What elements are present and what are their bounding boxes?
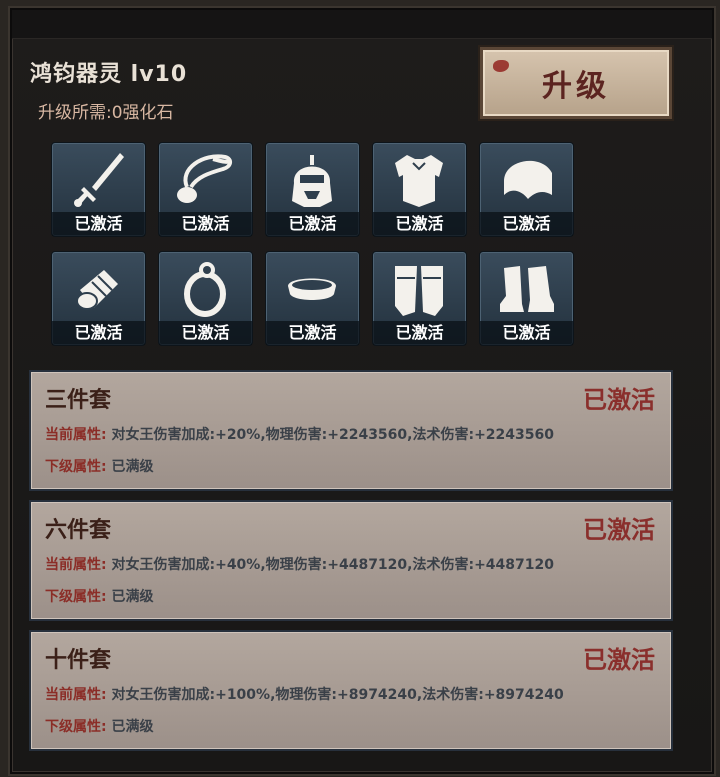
slot-status: 已激活 — [480, 321, 573, 345]
next-attr-row: 下级属性: 已满级 — [45, 456, 153, 476]
equip-slot-armor[interactable]: 已激活 — [372, 142, 467, 237]
next-attr-value: 已满级 — [111, 589, 154, 605]
armor-icon — [395, 155, 443, 207]
next-attr-label: 下级属性: — [45, 719, 107, 735]
equip-slot-leggings[interactable]: 已激活 — [372, 251, 467, 346]
leggings-icon — [395, 266, 443, 316]
current-attr-value: 对女王伤害加成:+100%,物理伤害:+8974240,法术伤害:+897424… — [111, 687, 564, 703]
slot-status: 已激活 — [373, 212, 466, 236]
equip-slot-belt[interactable]: 已激活 — [265, 251, 360, 346]
next-attr-label: 下级属性: — [45, 459, 107, 475]
next-attr-value: 已满级 — [111, 459, 154, 475]
next-attr-value: 已满级 — [111, 719, 154, 735]
current-attr-label: 当前属性: — [45, 427, 107, 443]
equip-slot-sword[interactable]: 已激活 — [51, 142, 146, 237]
belt-icon — [288, 278, 336, 300]
slot-status: 已激活 — [266, 321, 359, 345]
equip-slot-ring[interactable]: 已激活 — [158, 251, 253, 346]
sword-icon — [74, 153, 124, 207]
slot-status: 已激活 — [266, 212, 359, 236]
slot-status: 已激活 — [52, 212, 145, 236]
set-status: 已激活 — [583, 386, 655, 414]
set-status: 已激活 — [583, 646, 655, 674]
next-attr-row: 下级属性: 已满级 — [45, 586, 153, 606]
bracer-icon — [76, 270, 118, 310]
equipment-grid: 已激活 已激活 已激活 已激活 已激活 已激活 已激活 已激活 已激活 已激活 — [51, 142, 574, 346]
helmet-icon — [292, 155, 332, 207]
next-attr-label: 下级属性: — [45, 589, 107, 605]
set-bonus-3: 三件套 已激活 当前属性: 对女王伤害加成:+20%,物理伤害:+2243560… — [29, 370, 673, 491]
slot-status: 已激活 — [159, 212, 252, 236]
slot-status: 已激活 — [52, 321, 145, 345]
current-attr-row: 当前属性: 对女王伤害加成:+40%,物理伤害:+4487120,法术伤害:+4… — [45, 554, 554, 574]
next-attr-row: 下级属性: 已满级 — [45, 716, 153, 736]
set-bonus-6: 六件套 已激活 当前属性: 对女王伤害加成:+40%,物理伤害:+4487120… — [29, 500, 673, 621]
set-name: 六件套 — [45, 518, 112, 543]
ring-icon — [184, 262, 226, 317]
current-attr-value: 对女王伤害加成:+40%,物理伤害:+4487120,法术伤害:+4487120 — [111, 557, 554, 573]
shoulder-icon — [504, 160, 552, 199]
set-name: 十件套 — [45, 648, 112, 673]
current-attr-row: 当前属性: 对女王伤害加成:+20%,物理伤害:+2243560,法术伤害:+2… — [45, 424, 554, 444]
current-attr-label: 当前属性: — [45, 687, 107, 703]
upgrade-button[interactable]: 升级 — [480, 47, 672, 119]
equip-slot-boots[interactable]: 已激活 — [479, 251, 574, 346]
set-status: 已激活 — [583, 516, 655, 544]
upgrade-cost: 升级所需:0强化石 — [38, 103, 174, 123]
set-name: 三件套 — [45, 388, 112, 413]
spirit-title: 鸿钧器灵 lv10 — [30, 62, 188, 87]
current-attr-row: 当前属性: 对女王伤害加成:+100%,物理伤害:+8974240,法术伤害:+… — [45, 684, 564, 704]
boots-icon — [500, 266, 554, 312]
slot-status: 已激活 — [373, 321, 466, 345]
current-attr-value: 对女王伤害加成:+20%,物理伤害:+2243560,法术伤害:+2243560 — [111, 427, 554, 443]
slot-status: 已激活 — [480, 212, 573, 236]
upgrade-button-label: 升级 — [542, 69, 610, 104]
current-attr-label: 当前属性: — [45, 557, 107, 573]
equip-slot-shoulder[interactable]: 已激活 — [479, 142, 574, 237]
slot-status: 已激活 — [159, 321, 252, 345]
necklace-icon — [177, 154, 232, 203]
set-bonus-10: 十件套 已激活 当前属性: 对女王伤害加成:+100%,物理伤害:+897424… — [29, 630, 673, 751]
equip-slot-bracer[interactable]: 已激活 — [51, 251, 146, 346]
equip-slot-helmet[interactable]: 已激活 — [265, 142, 360, 237]
blood-splatter-decoration — [493, 60, 509, 72]
equip-slot-necklace[interactable]: 已激活 — [158, 142, 253, 237]
